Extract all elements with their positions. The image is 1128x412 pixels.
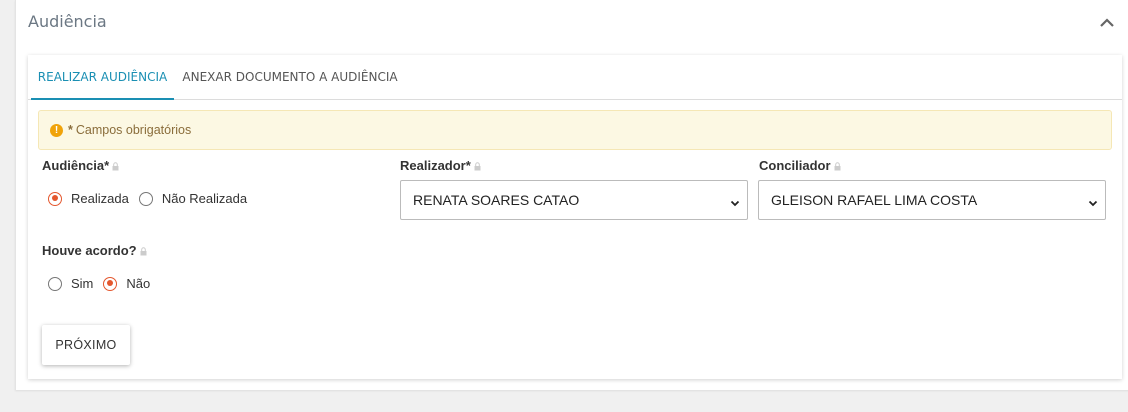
radio-sim-label: Sim [71,276,94,291]
tab-anexar-documento[interactable]: ANEXAR DOCUMENTO A AUDIÊNCIA [180,55,400,100]
form-card: REALIZAR AUDIÊNCIA ANEXAR DOCUMENTO A AU… [28,55,1122,379]
radio-nao[interactable]: Não [103,276,150,291]
conciliador-select[interactable]: GLEISON RAFAEL LIMA COSTA [758,180,1106,220]
radio-sim-circle[interactable] [48,276,62,291]
audiencia-panel: Audiência REALIZAR AUDIÊNCIA ANEXAR DOCU… [15,0,1128,390]
lock-icon [474,159,481,174]
required-marker: * [68,123,73,137]
chevron-down-icon [730,195,740,211]
realizador-select[interactable]: RENATA SOARES CATAO [400,180,748,220]
tab-realizar-audiencia[interactable]: REALIZAR AUDIÊNCIA [31,55,174,100]
realizador-select-value: RENATA SOARES CATAO [413,192,580,208]
radio-nao-label: Não [126,276,151,291]
audiencia-label-text: Audiência* [42,158,110,173]
exclamation-circle-icon: ! [50,123,63,137]
acordo-label-text: Houve acordo? [42,243,137,258]
radio-nao-realizada-label: Não Realizada [161,191,248,206]
chevron-down-icon [1088,195,1098,211]
radio-realizada-circle[interactable] [48,191,62,206]
audiencia-radio-group: Realizada Não Realizada [48,191,257,206]
panel-title: Audiência [28,12,107,31]
required-fields-alert: ! * Campos obrigatórios [38,110,1112,150]
next-button[interactable]: PRÓXIMO [42,325,130,365]
conciliador-label-text: Conciliador [759,158,831,173]
lock-icon [112,159,119,174]
acordo-label: Houve acordo? [42,243,147,259]
acordo-radio-group: Sim Não [48,276,160,291]
radio-nao-realizada-circle[interactable] [138,191,153,206]
lock-icon [140,244,147,259]
radio-sim[interactable]: Sim [48,276,93,291]
tab-bar: REALIZAR AUDIÊNCIA ANEXAR DOCUMENTO A AU… [28,55,1122,100]
conciliador-label: Conciliador [759,158,841,174]
chevron-up-icon[interactable] [1098,14,1116,30]
lock-icon [834,159,841,174]
realizador-label-text: Realizador* [400,158,471,173]
audiencia-label: Audiência* [42,158,119,174]
radio-realizada[interactable]: Realizada [48,191,129,206]
realizador-label: Realizador* [400,158,481,174]
radio-realizada-label: Realizada [71,191,129,206]
conciliador-select-value: GLEISON RAFAEL LIMA COSTA [771,192,978,208]
radio-nao-realizada[interactable]: Não Realizada [138,191,248,206]
alert-text: Campos obrigatórios [75,123,192,137]
radio-nao-circle[interactable] [103,276,118,291]
